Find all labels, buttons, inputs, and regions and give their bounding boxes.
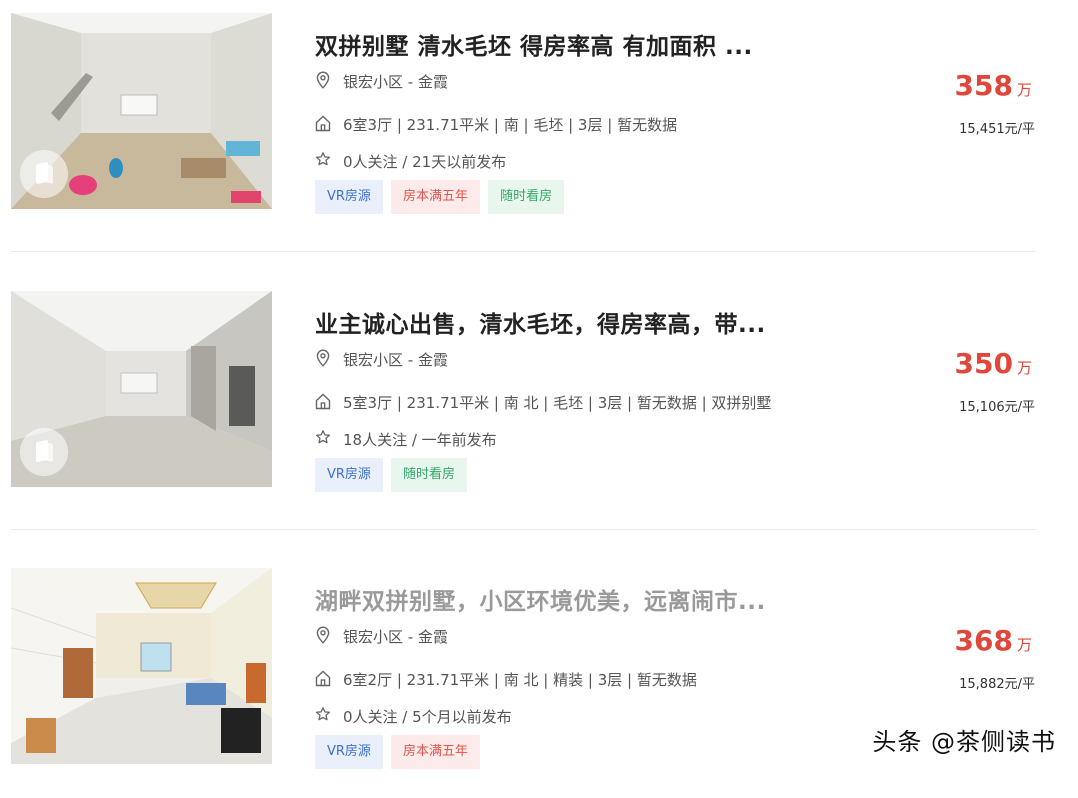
total-price-value: 358 <box>954 69 1013 102</box>
total-price-value: 350 <box>954 347 1013 380</box>
community-link[interactable]: 银宏小区 - 金霞 <box>343 349 448 370</box>
room-photo-furnished-living <box>11 568 272 764</box>
total-price: 368 万 <box>955 624 1032 657</box>
unit-price: 15,882元/平 <box>959 677 1035 692</box>
tag-five-years: 房本满五年 <box>391 180 481 214</box>
house-icon <box>315 393 331 410</box>
tag-list: VR房源 房本满五年 随时看房 <box>315 180 567 214</box>
vr-tour-icon[interactable] <box>21 151 67 197</box>
community-link[interactable]: 银宏小区 - 金霞 <box>343 71 448 92</box>
listing-photo[interactable] <box>11 13 272 209</box>
tag-list: VR房源 房本满五年 <box>315 735 483 769</box>
location-pin-icon <box>316 71 330 89</box>
total-price-value: 368 <box>954 624 1013 657</box>
location-pin-icon <box>316 349 330 367</box>
divider <box>11 529 1036 530</box>
tag-vr: VR房源 <box>315 458 383 492</box>
listing-title[interactable]: 湖畔双拼别墅，小区环境优美，远离闹市... <box>315 582 875 616</box>
house-info: 6室3厅 | 231.71平米 | 南 | 毛坯 | 3层 | 暂无数据 <box>343 116 678 134</box>
tag-anytime-viewing: 随时看房 <box>488 180 565 214</box>
total-price: 350 万 <box>955 347 1032 380</box>
listing-photo[interactable] <box>11 568 272 764</box>
follow-info: 18人关注 / 一年前发布 <box>343 431 497 449</box>
total-price-unit: 万 <box>1016 81 1032 99</box>
community-link[interactable]: 银宏小区 - 金霞 <box>343 626 448 647</box>
tag-five-years: 房本满五年 <box>391 735 481 769</box>
total-price: 358 万 <box>955 69 1032 102</box>
follow-info: 0人关注 / 5个月以前发布 <box>343 708 512 726</box>
listing-title[interactable]: 业主诚心出售，清水毛坯，得房率高，带... <box>315 305 875 339</box>
listing-item: 湖畔双拼别墅，小区环境优美，远离闹市... 银宏小区 - 金霞 6室2厅 | 2… <box>0 568 1078 798</box>
total-price-unit: 万 <box>1016 636 1032 654</box>
total-price-unit: 万 <box>1016 359 1032 377</box>
tag-vr: VR房源 <box>315 180 383 214</box>
listing-title[interactable]: 双拼别墅 清水毛坯 得房率高 有加面积 ... <box>315 27 875 61</box>
listing-photo[interactable] <box>11 291 272 487</box>
divider <box>11 251 1036 252</box>
star-icon <box>315 152 331 166</box>
unit-price: 15,451元/平 <box>959 122 1035 137</box>
house-info: 5室3厅 | 231.71平米 | 南 北 | 毛坯 | 3层 | 暂无数据 |… <box>343 394 772 412</box>
location-pin-icon <box>316 626 330 644</box>
house-icon <box>315 115 331 132</box>
listing-item: 业主诚心出售，清水毛坯，得房率高，带... 银宏小区 - 金霞 5室3厅 | 2… <box>0 291 1078 521</box>
tag-list: VR房源 随时看房 <box>315 458 470 492</box>
unit-price: 15,106元/平 <box>959 400 1035 415</box>
listing-item: 双拼别墅 清水毛坯 得房率高 有加面积 ... 银宏小区 - 金霞 6室3厅 |… <box>0 13 1078 243</box>
watermark: 头条 @茶侧读书 <box>872 728 1056 756</box>
tag-anytime-viewing: 随时看房 <box>391 458 468 492</box>
tag-vr: VR房源 <box>315 735 383 769</box>
vr-tour-icon[interactable] <box>21 429 67 475</box>
house-info: 6室2厅 | 231.71平米 | 南 北 | 精装 | 3层 | 暂无数据 <box>343 671 697 689</box>
star-icon <box>315 707 331 721</box>
house-icon <box>315 670 331 687</box>
follow-info: 0人关注 / 21天以前发布 <box>343 153 507 171</box>
star-icon <box>315 430 331 444</box>
